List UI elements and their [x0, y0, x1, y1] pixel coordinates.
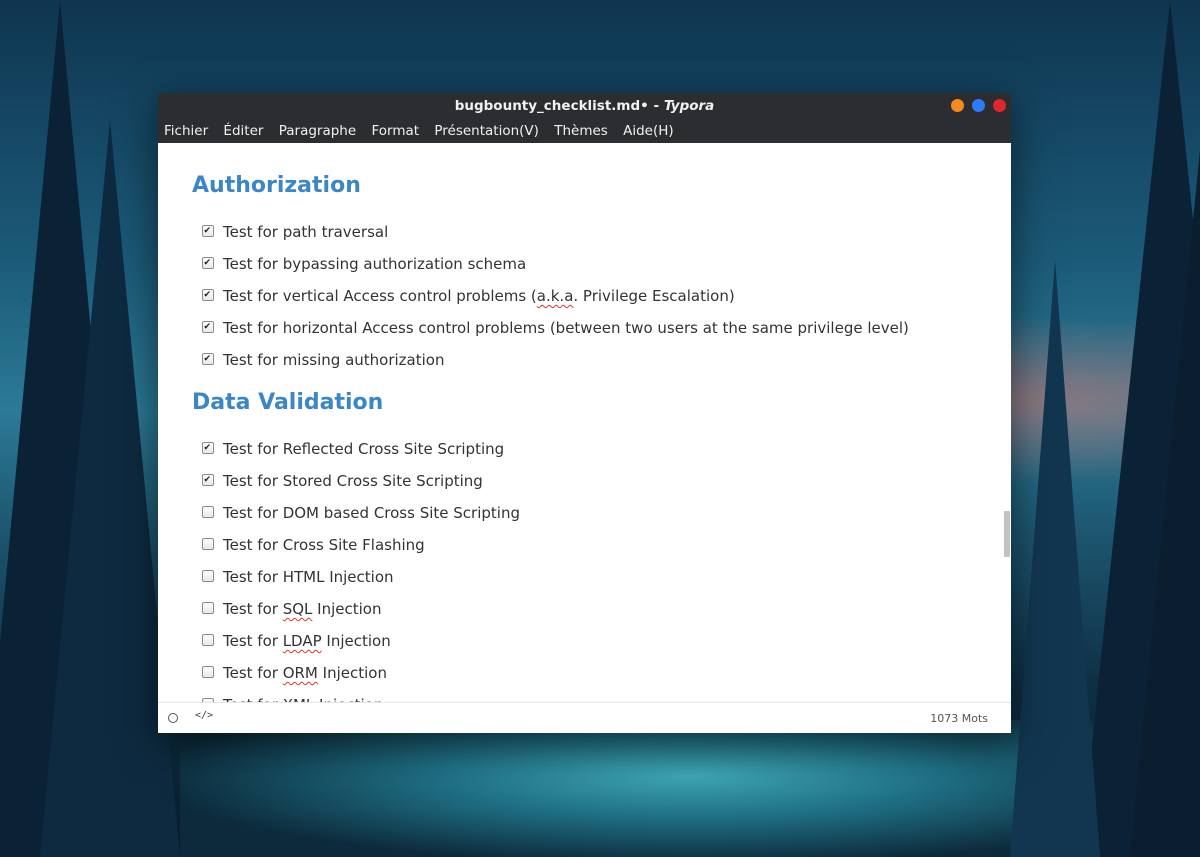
task-text: Injection — [312, 600, 382, 618]
task-text: Test for horizontal Access control probl… — [223, 319, 909, 337]
minimize-button[interactable] — [951, 99, 964, 112]
checkbox-checked[interactable] — [202, 320, 214, 333]
close-button[interactable] — [993, 99, 1006, 112]
window-title-app: Typora — [663, 98, 715, 114]
source-code-mode-icon[interactable]: </> — [195, 710, 213, 721]
menu-format[interactable]: Format — [371, 119, 419, 143]
task-text: Test for — [223, 600, 283, 618]
task-text: Test for missing authorization — [223, 351, 445, 369]
task-list-item: Test for Reflected Cross Site Scripting — [202, 438, 504, 460]
menu-aide[interactable]: Aide(H) — [623, 119, 674, 143]
title-bar[interactable]: bugbounty_checklist.md• - Typora — [158, 93, 1011, 119]
spellcheck-flagged-word: LDAP — [282, 632, 322, 650]
checkbox-checked[interactable] — [202, 473, 214, 486]
task-list-item: Test for XML Injection — [202, 694, 383, 702]
task-text: Test for Cross Site Flashing — [223, 536, 425, 554]
checkbox-unchecked[interactable] — [202, 569, 214, 582]
task-list-item: Test for Stored Cross Site Scripting — [202, 470, 483, 492]
task-text: Test for Stored Cross Site Scripting — [223, 472, 483, 490]
outline-toggle-icon[interactable] — [168, 713, 178, 723]
task-list-item: Test for ORM Injection — [202, 662, 387, 684]
checkbox-checked[interactable] — [202, 224, 214, 237]
spellcheck-flagged-word: a.k.a — [536, 287, 574, 305]
menu-bar: Fichier Éditer Paragraphe Format Présent… — [158, 119, 1011, 143]
typora-window: bugbounty_checklist.md• - Typora Fichier… — [158, 93, 1011, 733]
task-list-item: Test for vertical Access control problem… — [202, 285, 735, 307]
task-text: Test for — [223, 664, 283, 682]
wallpaper-tree — [1010, 260, 1100, 857]
status-bar: </> 1073 Mots — [158, 702, 1011, 733]
task-list-item: Test for missing authorization — [202, 349, 444, 371]
maximize-button[interactable] — [972, 99, 985, 112]
window-title-file: bugbounty_checklist.md• — [454, 98, 649, 114]
task-list-item: Test for HTML Injection — [202, 566, 394, 588]
checkbox-unchecked[interactable] — [202, 505, 214, 518]
checkbox-checked[interactable] — [202, 441, 214, 454]
task-text: Test for vertical Access control problem… — [223, 287, 537, 305]
menu-editer[interactable]: Éditer — [223, 119, 263, 143]
task-text: Test for — [223, 632, 283, 650]
task-list-item: Test for path traversal — [202, 221, 388, 243]
task-text: Injection — [321, 632, 391, 650]
task-text: Test for path traversal — [223, 223, 389, 241]
task-text: Test for HTML Injection — [223, 568, 394, 586]
menu-paragraphe[interactable]: Paragraphe — [279, 119, 356, 143]
spellcheck-flagged-word: ORM — [282, 664, 318, 682]
menu-presentation[interactable]: Présentation(V) — [434, 119, 539, 143]
spellcheck-flagged-word: SQL — [282, 600, 313, 618]
menu-themes[interactable]: Thèmes — [554, 119, 608, 143]
checkbox-unchecked[interactable] — [202, 601, 214, 614]
checkbox-unchecked[interactable] — [202, 537, 214, 550]
menu-fichier[interactable]: Fichier — [164, 119, 208, 143]
task-list-item: Test for bypassing authorization schema — [202, 253, 526, 275]
wallpaper-tree — [1130, 150, 1200, 857]
task-list-item: Test for Cross Site Flashing — [202, 534, 425, 556]
scrollbar-thumb[interactable] — [1004, 511, 1010, 557]
section-heading: Data Validation — [192, 390, 384, 415]
checkbox-unchecked[interactable] — [202, 633, 214, 646]
task-list-item: Test for DOM based Cross Site Scripting — [202, 502, 520, 524]
section-heading: Authorization — [192, 173, 361, 198]
task-list-item: Test for horizontal Access control probl… — [202, 317, 909, 339]
editor-content[interactable]: Authorization Test for path traversal Test… — [158, 143, 1011, 702]
checkbox-checked[interactable] — [202, 256, 214, 269]
task-text: Injection — [317, 664, 387, 682]
task-list-item: Test for SQL Injection — [202, 598, 381, 620]
checkbox-unchecked[interactable] — [202, 665, 214, 678]
word-count[interactable]: 1073 Mots — [930, 712, 988, 725]
task-text: Test for Reflected Cross Site Scripting — [223, 440, 505, 458]
window-title-separator: - — [648, 98, 664, 114]
checkbox-checked[interactable] — [202, 352, 214, 365]
checkbox-checked[interactable] — [202, 288, 214, 301]
task-text: . Privilege Escalation) — [573, 287, 735, 305]
task-text: Test for bypassing authorization schema — [223, 255, 527, 273]
task-text: Test for DOM based Cross Site Scripting — [223, 504, 520, 522]
scrollbar-track[interactable] — [1003, 143, 1011, 702]
task-list-item: Test for LDAP Injection — [202, 630, 391, 652]
